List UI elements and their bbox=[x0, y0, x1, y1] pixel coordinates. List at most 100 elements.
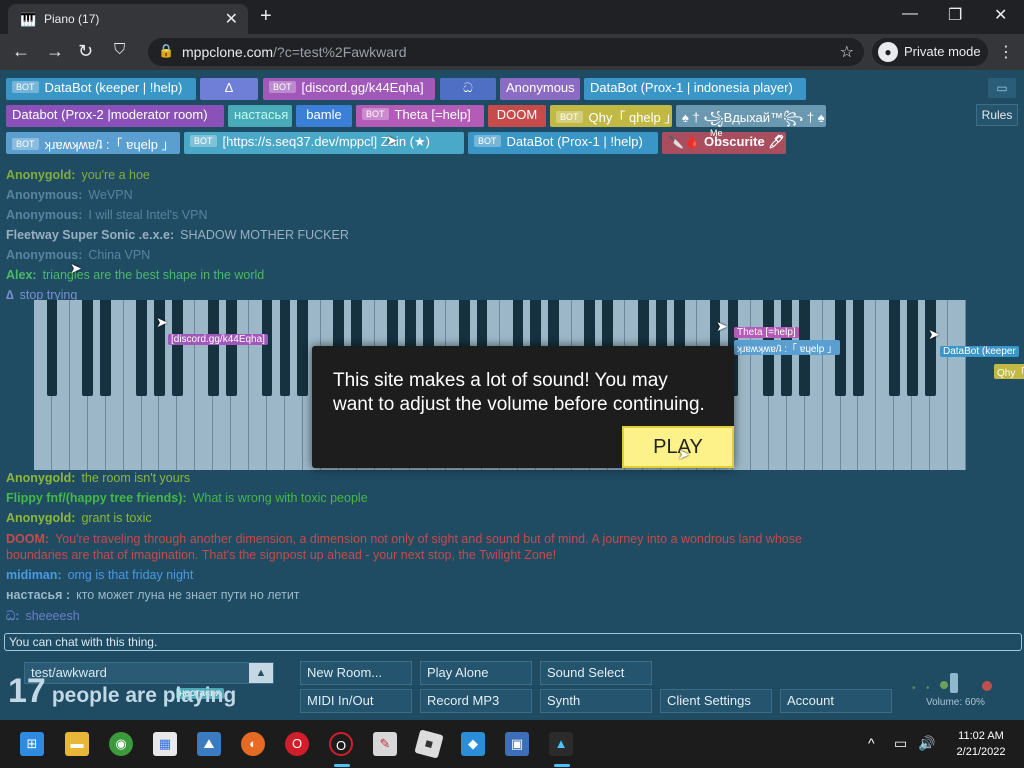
user-cursor-label: Theta [=help] bbox=[734, 327, 799, 338]
chat-author: настасья : bbox=[6, 588, 71, 602]
account-button[interactable]: Account bbox=[780, 689, 892, 713]
firefox-icon[interactable]: ◐ bbox=[241, 732, 265, 756]
synth-button[interactable]: Synth bbox=[540, 689, 652, 713]
user-badge[interactable]: ♠ † ꧁Вдыхай™꧂ † ♠ bbox=[676, 105, 826, 127]
black-key[interactable] bbox=[225, 300, 237, 396]
close-window-button[interactable]: ✕ bbox=[994, 5, 1007, 25]
black-key[interactable] bbox=[82, 300, 94, 396]
photos-icon[interactable]: ⛰ bbox=[197, 732, 221, 756]
black-key[interactable] bbox=[906, 300, 918, 396]
system-clock[interactable]: 11:02 AM 2/21/2022 bbox=[946, 728, 1016, 760]
browser-tab[interactable]: 🎹 Piano (17) ✕ bbox=[8, 4, 248, 34]
black-key[interactable] bbox=[172, 300, 183, 396]
chat-message: Anonymous: I will steal Intel's VPN bbox=[6, 208, 207, 222]
black-key[interactable] bbox=[853, 300, 864, 396]
sound-select-button[interactable]: Sound Select bbox=[540, 661, 652, 685]
chat-author: Anonymous: bbox=[6, 188, 83, 202]
opera-icon[interactable]: O bbox=[285, 732, 309, 756]
me-label: Me bbox=[710, 128, 723, 138]
black-key[interactable] bbox=[46, 300, 58, 396]
synth-icon[interactable]: ▭ bbox=[988, 78, 1016, 98]
minimize-button[interactable]: — bbox=[902, 5, 918, 23]
record-mp3-button[interactable]: Record MP3 bbox=[420, 689, 532, 713]
user-badge[interactable]: BOT Theta [=help] bbox=[356, 105, 484, 127]
chrome-icon[interactable]: ◉ bbox=[109, 732, 133, 756]
roblox-studio-icon[interactable]: ◆ bbox=[461, 732, 485, 756]
network-icon[interactable]: ▭ bbox=[894, 735, 907, 752]
midi-button[interactable]: MIDI In/Out bbox=[300, 689, 412, 713]
store-icon[interactable]: ▦ bbox=[153, 732, 177, 756]
black-key[interactable] bbox=[279, 300, 291, 396]
black-key[interactable] bbox=[924, 300, 936, 396]
chat-message: midiman: omg is that friday night bbox=[6, 568, 193, 582]
chat-text: China VPN bbox=[88, 248, 151, 262]
user-badge[interactable]: ∆ bbox=[200, 78, 258, 100]
chat-author: Anonygold: bbox=[6, 511, 76, 525]
windows-start-icon[interactable]: ⊞ bbox=[20, 732, 44, 756]
cursor-arrow-icon: ➤ bbox=[386, 132, 398, 148]
restore-button[interactable]: ❐ bbox=[948, 5, 962, 25]
user-badge[interactable]: BOT DataBot (keeper | !help) bbox=[6, 78, 196, 100]
chat-input[interactable]: You can chat with this thing. bbox=[4, 633, 1022, 651]
user-badge[interactable]: Databot (Prox-2 |moderator room) bbox=[6, 105, 224, 127]
user-badge[interactable]: DOOM bbox=[488, 105, 546, 127]
virtualbox-icon[interactable]: ▣ bbox=[505, 732, 529, 756]
triangle-app-icon[interactable]: ▲ bbox=[549, 732, 573, 756]
opera-gx-icon[interactable]: O bbox=[329, 732, 353, 756]
user-badge[interactable]: Anonymous bbox=[500, 78, 580, 100]
chat-text: sheeeesh bbox=[25, 609, 80, 623]
private-mode-badge[interactable]: ● Private mode bbox=[872, 38, 988, 66]
user-badge[interactable]: BOT [discord.gg/k44Eqha] bbox=[263, 78, 435, 100]
client-settings-button[interactable]: Client Settings bbox=[660, 689, 772, 713]
user-name: [https://s.seq37.dev/mppcl] Zain (★) bbox=[222, 134, 430, 149]
user-badge[interactable]: BOT DataBot (Prox-1 | !help) bbox=[468, 132, 658, 154]
close-tab-icon[interactable]: ✕ bbox=[225, 9, 238, 29]
chevron-up-icon[interactable]: ^ bbox=[868, 735, 875, 751]
browser-menu-icon[interactable]: ⋮ bbox=[998, 42, 1014, 62]
forward-arrow-icon[interactable]: → bbox=[46, 41, 64, 62]
user-badge[interactable]: BOT ʞɹɐʍʞʍɐ/ʇ :「 ɐɥelp 」 bbox=[6, 132, 180, 154]
white-key[interactable] bbox=[948, 300, 966, 470]
speaker-icon[interactable]: 🔊 bbox=[918, 735, 935, 752]
volume-knob[interactable]: • • Volume: 60% bbox=[896, 673, 1016, 713]
windows-taskbar: ⊞ ▬ ◉ ▦ ⛰ ◐ O O ✎ ■ ◆ ▣ ▲ ^ ▭ 🔊 11:02 AM… bbox=[0, 720, 1024, 768]
roblox-icon[interactable]: ■ bbox=[414, 729, 444, 759]
chat-text: boundaries are that of imagination. That… bbox=[6, 548, 557, 562]
black-key[interactable] bbox=[888, 300, 900, 396]
user-badge[interactable]: bamle bbox=[296, 105, 352, 127]
modal-message: This site makes a lot of sound! You may … bbox=[333, 370, 705, 415]
back-arrow-icon[interactable]: ← bbox=[12, 41, 30, 62]
volume-label: Volume: 60% bbox=[926, 697, 985, 708]
shield-icon[interactable]: ⛉ bbox=[114, 41, 125, 58]
user-badge[interactable]: BOT [https://s.seq37.dev/mppcl] Zain (★) bbox=[184, 132, 464, 154]
user-name: [discord.gg/k44Eqha] bbox=[301, 80, 424, 95]
chevron-up-icon[interactable]: ▲ bbox=[249, 663, 273, 683]
file-explorer-icon[interactable]: ▬ bbox=[65, 732, 89, 756]
rules-button[interactable]: Rules bbox=[976, 104, 1018, 126]
user-badge[interactable]: BOT Qhy「 qhelp 」 bbox=[550, 105, 672, 127]
bot-tag: BOT bbox=[12, 81, 39, 93]
play-alone-button[interactable]: Play Alone bbox=[420, 661, 532, 685]
user-badge[interactable]: настасья bbox=[228, 105, 292, 127]
black-key[interactable] bbox=[261, 300, 273, 396]
bot-tag: BOT bbox=[12, 138, 39, 150]
bookmark-star-icon[interactable]: ☆ bbox=[840, 42, 854, 62]
user-name: ʞɹɐʍʞʍɐ/ʇ :「 ɐɥelp 」 bbox=[44, 137, 175, 152]
user-badge[interactable]: DataBot (Prox-1 | indonesia player) bbox=[584, 78, 806, 100]
black-key[interactable] bbox=[207, 300, 219, 396]
black-key[interactable] bbox=[297, 300, 309, 396]
new-tab-button[interactable]: + bbox=[260, 5, 272, 28]
user-badge[interactable]: ධ bbox=[440, 78, 496, 100]
user-cursor-label: [discord.gg/k44Eqha] bbox=[168, 334, 268, 345]
chat-message: Fleetway Super Sonic .e.x.e: SHADOW MOTHE… bbox=[6, 228, 349, 242]
url-bar[interactable]: 🔒 mppclone.com/?c=test%2Fawkward ☆ bbox=[148, 38, 864, 66]
paint-icon[interactable]: ✎ bbox=[373, 732, 397, 756]
reload-icon[interactable]: ↻ bbox=[78, 41, 93, 62]
black-key[interactable] bbox=[100, 300, 112, 396]
black-key[interactable] bbox=[136, 300, 147, 396]
user-badge-self[interactable]: 🔪🩸 Obscurite 🖊💀 bbox=[662, 132, 786, 154]
user-name: bamle bbox=[306, 107, 342, 122]
chat-message: boundaries are that of imagination. That… bbox=[6, 548, 556, 562]
user-name: ∆ bbox=[225, 80, 233, 95]
new-room-button[interactable]: New Room... bbox=[300, 661, 412, 685]
